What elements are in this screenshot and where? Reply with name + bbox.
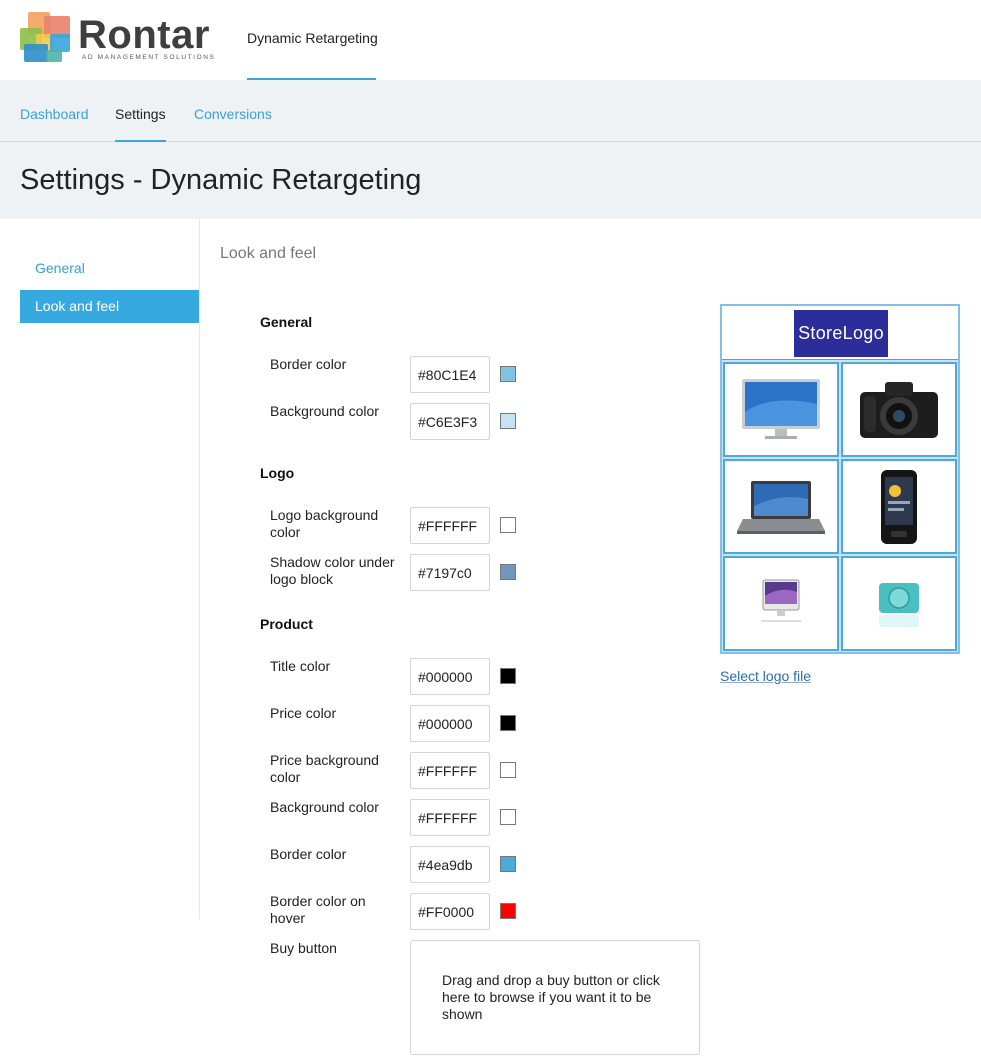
background-color-input[interactable] xyxy=(410,403,490,440)
tab-dynamic-retargeting[interactable]: Dynamic Retargeting xyxy=(247,0,378,80)
product-background-color-input[interactable] xyxy=(410,799,490,836)
dropzone-text: Drag and drop a buy button or click here… xyxy=(442,972,660,1022)
sidebar-item-look-and-feel[interactable]: Look and feel xyxy=(20,290,199,323)
logo-background-color-input[interactable] xyxy=(410,507,490,544)
label-price-background-color: Price background color xyxy=(270,752,379,785)
label-border-color-hover: Border color on hover xyxy=(270,893,366,926)
page-header-band: Dashboard Settings Conversions Settings … xyxy=(0,80,981,219)
rontar-logo[interactable]: Rontar AD MANAGEMENT SOLUTIONS xyxy=(20,12,220,66)
preview-product-monitor[interactable] xyxy=(723,362,839,457)
label-shadow-color: Shadow color under logo block xyxy=(270,554,395,587)
group-title-product: Product xyxy=(260,616,313,632)
top-header: Rontar AD MANAGEMENT SOLUTIONS Dynamic R… xyxy=(0,0,981,80)
label-title-color: Title color xyxy=(270,658,331,674)
store-logo[interactable]: StoreLogo xyxy=(794,310,888,357)
imac-icon xyxy=(761,579,801,622)
preview-product-mp3-player[interactable] xyxy=(841,556,957,651)
logo-background-color-swatch[interactable] xyxy=(500,517,516,533)
sidebar-item-general[interactable]: General xyxy=(20,252,199,285)
title-color-swatch[interactable] xyxy=(500,668,516,684)
smartphone-icon xyxy=(881,470,917,544)
settings-sidebar: General Look and feel xyxy=(0,219,200,919)
buy-button-dropzone[interactable]: Drag and drop a buy button or click here… xyxy=(410,940,700,1055)
subnav-dashboard[interactable]: Dashboard xyxy=(20,106,89,122)
preview-product-laptop[interactable] xyxy=(723,459,839,554)
label-logo-background-color: Logo background color xyxy=(270,507,379,540)
product-border-color-swatch[interactable] xyxy=(500,856,516,872)
logo-wordmark: Rontar xyxy=(78,13,210,57)
logo-tagline: AD MANAGEMENT SOLUTIONS xyxy=(82,54,216,61)
retargeting-preview: StoreLogo xyxy=(720,304,960,654)
label-buy-button: Buy button xyxy=(270,940,337,956)
product-border-color-input[interactable] xyxy=(410,846,490,883)
price-color-input[interactable] xyxy=(410,705,490,742)
product-background-color-swatch[interactable] xyxy=(500,809,516,825)
border-color-swatch[interactable] xyxy=(500,366,516,382)
camera-icon xyxy=(860,382,938,438)
subnav-settings[interactable]: Settings xyxy=(115,106,166,142)
sub-navigation: Dashboard Settings Conversions xyxy=(0,80,981,142)
logo-mark-icon xyxy=(20,12,72,64)
preview-product-camera[interactable] xyxy=(841,362,957,457)
subnav-conversions[interactable]: Conversions xyxy=(194,106,272,122)
border-color-input[interactable] xyxy=(410,356,490,393)
label-product-border-color: Border color xyxy=(270,846,347,862)
label-border-color: Border color xyxy=(270,356,347,372)
label-product-background-color: Background color xyxy=(270,799,379,815)
tab-dynamic-retargeting-label: Dynamic Retargeting xyxy=(247,30,378,46)
label-price-color: Price color xyxy=(270,705,337,721)
preview-product-imac[interactable] xyxy=(723,556,839,651)
shadow-color-swatch[interactable] xyxy=(500,564,516,580)
label-background-color: Background color xyxy=(270,403,379,419)
laptop-icon xyxy=(737,481,825,534)
border-color-hover-swatch[interactable] xyxy=(500,903,516,919)
border-color-hover-input[interactable] xyxy=(410,893,490,930)
monitor-icon xyxy=(742,379,820,439)
section-title: Look and feel xyxy=(220,245,317,262)
price-background-color-swatch[interactable] xyxy=(500,762,516,778)
price-color-swatch[interactable] xyxy=(500,715,516,731)
mp3-player-icon xyxy=(879,583,919,627)
preview-logo-area: StoreLogo xyxy=(722,306,958,359)
shadow-color-input[interactable] xyxy=(410,554,490,591)
price-background-color-input[interactable] xyxy=(410,752,490,789)
group-title-logo: Logo xyxy=(260,465,295,481)
background-color-swatch[interactable] xyxy=(500,413,516,429)
group-title-general: General xyxy=(260,314,313,330)
title-color-input[interactable] xyxy=(410,658,490,695)
page-title: Settings - Dynamic Retargeting xyxy=(20,164,422,196)
select-logo-file-link[interactable]: Select logo file xyxy=(720,668,811,684)
preview-product-smartphone[interactable] xyxy=(841,459,957,554)
